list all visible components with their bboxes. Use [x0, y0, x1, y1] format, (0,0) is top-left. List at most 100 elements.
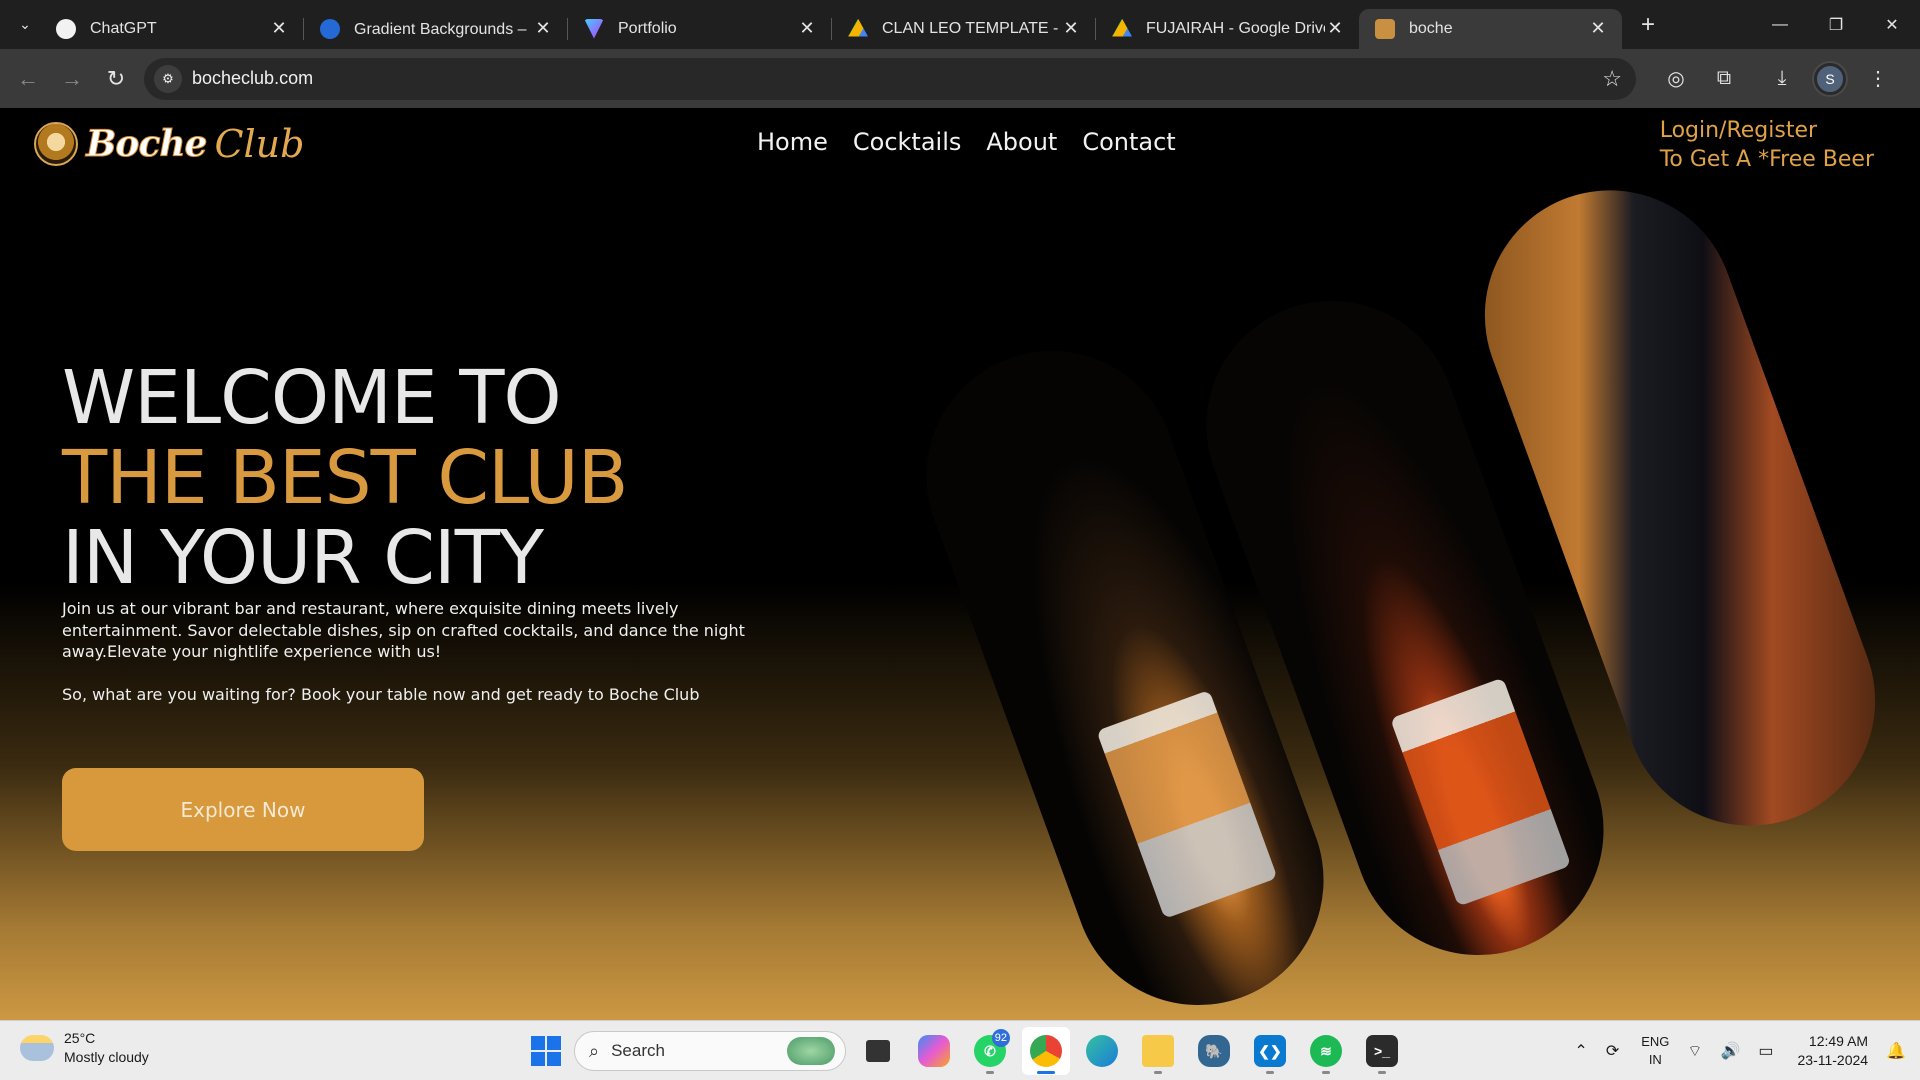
cocktail-glass	[1390, 677, 1572, 907]
copilot-app[interactable]	[910, 1027, 958, 1075]
sync-icon[interactable]: ⟳	[1606, 1041, 1619, 1061]
close-tab-icon[interactable]: ✕	[1325, 18, 1345, 39]
language-indicator[interactable]: ENG IN	[1641, 1033, 1669, 1069]
address-bar[interactable]: ⚙ bocheclub.com ☆	[144, 57, 1636, 100]
hero-line-2: THE BEST CLUB	[62, 435, 629, 521]
file-explorer-app[interactable]	[1134, 1027, 1182, 1075]
close-tab-icon[interactable]: ✕	[269, 18, 289, 39]
tab-boche[interactable]: boche ✕	[1359, 8, 1622, 49]
copilot-icon	[918, 1035, 950, 1067]
back-button[interactable]: ←	[6, 57, 50, 101]
logo-text-boche: Boche	[85, 123, 207, 166]
restore-button[interactable]: ❐	[1808, 0, 1864, 49]
tab-search-button[interactable]: ⌄	[10, 10, 40, 40]
close-window-button[interactable]: ✕	[1864, 0, 1920, 49]
cocktail-glass	[1096, 689, 1278, 919]
close-tab-icon[interactable]: ✕	[533, 18, 553, 39]
folder-icon	[1142, 1035, 1174, 1067]
bookmark-star-icon[interactable]: ☆	[1602, 66, 1622, 92]
explore-now-button[interactable]: Explore Now	[62, 768, 424, 851]
weather-widget[interactable]: 25°C Mostly cloudy	[20, 1029, 149, 1067]
cloudy-weather-icon	[20, 1035, 54, 1061]
start-button[interactable]	[526, 1031, 566, 1071]
battery-icon[interactable]: ▭	[1758, 1041, 1773, 1061]
tab-chatgpt[interactable]: ChatGPT ✕	[40, 9, 303, 49]
nav-home[interactable]: Home	[757, 128, 828, 156]
taskbar-search[interactable]: ⌕ Search	[574, 1031, 846, 1071]
tab-gradient-backgrounds[interactable]: Gradient Backgrounds – 🌈 ✕	[304, 9, 567, 49]
browser-toolbar: ← → ↻ ⚙ bocheclub.com ☆ ◎ ⧉ ⤓ S ⋮	[0, 49, 1920, 108]
reload-icon: ↻	[106, 65, 126, 91]
minimize-icon: —	[1772, 15, 1788, 33]
nav-contact[interactable]: Contact	[1082, 128, 1175, 156]
chrome-app[interactable]	[1022, 1027, 1070, 1075]
notification-badge: 92	[991, 1029, 1010, 1047]
hero-paragraph-1: Join us at our vibrant bar and restauran…	[62, 599, 745, 661]
weather-temp: 25°C	[64, 1030, 96, 1046]
running-indicator	[986, 1071, 994, 1074]
url-text: bocheclub.com	[192, 68, 314, 88]
windows-logo-icon	[531, 1036, 545, 1050]
taskbar: 25°C Mostly cloudy ⌕ Search ✆ 92 🐘 ❮❯ ≋ >…	[0, 1020, 1920, 1080]
vscode-app[interactable]: ❮❯	[1246, 1027, 1294, 1075]
clock[interactable]: 12:49 AM 23-11-2024	[1798, 1032, 1869, 1070]
login-register-link[interactable]: Login/Register To Get A *Free Beer	[1660, 116, 1874, 174]
menu-button[interactable]: ⋮	[1856, 57, 1900, 101]
arrow-right-icon: →	[61, 65, 83, 91]
site-logo[interactable]: Boche Club	[34, 122, 304, 166]
vite-favicon-icon	[584, 18, 604, 39]
tab-title: ChatGPT	[90, 19, 157, 37]
tab-title: boche	[1409, 19, 1453, 37]
minimize-button[interactable]: —	[1752, 0, 1808, 49]
close-tab-icon[interactable]: ✕	[1061, 18, 1081, 39]
chevron-up-icon[interactable]: ⌃	[1574, 1041, 1587, 1061]
google-lens-button[interactable]: ◎	[1654, 57, 1698, 101]
profile-button[interactable]: S	[1808, 57, 1852, 101]
search-icon: ⌕	[589, 1040, 600, 1061]
whatsapp-app[interactable]: ✆ 92	[966, 1027, 1014, 1075]
plus-icon: +	[1640, 10, 1655, 38]
spotify-icon: ≋	[1310, 1035, 1342, 1067]
forward-button[interactable]: →	[50, 57, 94, 101]
close-icon: ✕	[1885, 16, 1899, 34]
nav-about[interactable]: About	[986, 128, 1057, 156]
nav-cocktails[interactable]: Cocktails	[853, 128, 962, 156]
postgresql-icon: 🐘	[1198, 1035, 1230, 1067]
running-indicator	[1378, 1071, 1386, 1074]
tab-portfolio[interactable]: Portfolio ✕	[568, 9, 831, 49]
new-tab-button[interactable]: +	[1632, 9, 1664, 41]
site-info-icon[interactable]: ⚙	[154, 64, 182, 93]
running-indicator	[1154, 1071, 1162, 1074]
postgresql-app[interactable]: 🐘	[1190, 1027, 1238, 1075]
notification-bell-icon[interactable]: 🔔	[1886, 1041, 1906, 1061]
extensions-button[interactable]: ⧉	[1702, 57, 1746, 101]
spotify-app[interactable]: ≋	[1302, 1027, 1350, 1075]
hero-line-3: IN YOUR CITY	[62, 515, 544, 601]
hero-paragraph-2: So, what are you waiting for? Book your …	[62, 685, 700, 704]
tab-clan-leo[interactable]: CLAN LEO TEMPLATE - Go ✕	[832, 9, 1095, 49]
tab-title: Portfolio	[618, 19, 677, 37]
terminal-app[interactable]: >_	[1358, 1027, 1406, 1075]
gradient-favicon-icon	[320, 18, 340, 39]
volume-icon[interactable]: 🔊	[1720, 1041, 1740, 1061]
reload-button[interactable]: ↻	[94, 57, 138, 101]
close-tab-icon[interactable]: ✕	[1588, 18, 1608, 39]
edge-icon	[1086, 1035, 1118, 1067]
download-icon: ⤓	[1777, 67, 1787, 89]
wifi-icon[interactable]: ⌔	[1687, 1041, 1702, 1061]
hero-description: Join us at our vibrant bar and restauran…	[62, 598, 802, 706]
close-tab-icon[interactable]: ✕	[797, 18, 817, 39]
system-tray: ⌃ ⟳ ENG IN ⌔ 🔊 ▭ 12:49 AM 23-11-2024 🔔	[1556, 1027, 1906, 1075]
lang-line-1: ENG	[1641, 1034, 1670, 1049]
vscode-icon: ❮❯	[1254, 1035, 1286, 1067]
window-controls: — ❐ ✕	[1752, 0, 1920, 49]
web-page: Boche Club Home Cocktails About Contact …	[0, 108, 1920, 1020]
downloads-button[interactable]: ⤓	[1760, 57, 1804, 101]
tab-title: Gradient Backgrounds – 🌈	[354, 20, 533, 38]
edge-app[interactable]	[1078, 1027, 1126, 1075]
terminal-icon: >_	[1366, 1035, 1398, 1067]
running-indicator	[1266, 1071, 1274, 1074]
logo-emblem-icon	[34, 122, 78, 166]
task-view-button[interactable]	[854, 1027, 902, 1075]
tab-fujairah[interactable]: FUJAIRAH - Google Drive ✕	[1096, 9, 1359, 49]
